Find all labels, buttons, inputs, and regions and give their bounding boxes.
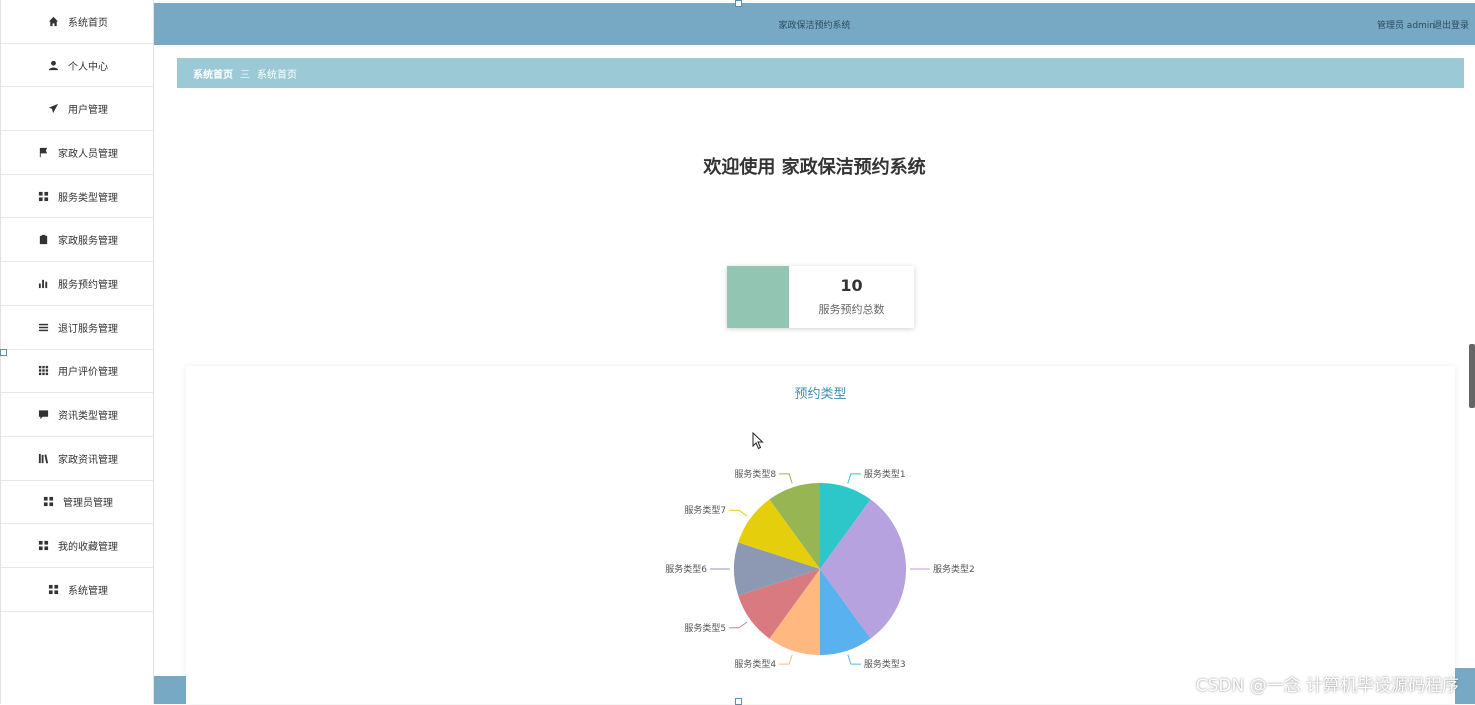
sidebar-item[interactable]: 家政服务管理	[1, 218, 153, 263]
sidebar-item-label: 个人中心	[68, 61, 108, 73]
scrollbar-thumb[interactable]	[1469, 344, 1475, 408]
pie-label: 服务类型5	[684, 622, 726, 634]
sidebar-item-label: 用户管理	[68, 105, 108, 117]
sidebar-item[interactable]: 用户管理	[1, 87, 153, 132]
breadcrumb-root[interactable]: 系统首页	[193, 66, 233, 81]
selection-handle	[735, 0, 742, 7]
library-icon	[36, 453, 50, 464]
sidebar-item[interactable]: 个人中心	[1, 44, 153, 88]
mouse-cursor-icon	[752, 432, 764, 450]
send-icon	[46, 103, 60, 114]
stat-value: 10	[840, 276, 863, 295]
bar-chart-icon	[36, 278, 50, 289]
sidebar-item-label: 服务预约管理	[58, 279, 118, 291]
pie-label: 服务类型4	[734, 658, 776, 670]
grid-icon	[46, 584, 60, 595]
grid-icon	[36, 191, 50, 202]
sidebar-item[interactable]: 系统管理	[1, 568, 153, 612]
pie-label-line	[729, 621, 748, 629]
stat-swatch	[727, 266, 789, 328]
pie-label: 服务类型8	[734, 468, 776, 480]
app-title: 家政保洁预约系统	[778, 21, 851, 31]
sidebar: 系统首页个人中心用户管理家政人员管理 服务类型管理 家政服务管理 服务预约管理 退订服务…	[0, 0, 154, 704]
breadcrumb: 系统首页 三 系统首页	[177, 58, 1464, 88]
sidebar-item-label: 管理员管理	[63, 498, 113, 510]
sidebar-item[interactable]: 家政人员管理	[1, 131, 153, 175]
sidebar-item[interactable]: 用户评价管理	[1, 350, 153, 394]
pie-label: 服务类型1	[864, 468, 906, 480]
pie-label-line	[779, 473, 793, 484]
sidebar-item[interactable]: 管理员管理	[1, 481, 153, 525]
chart-card: 预约类型 服务类型1 服务类型2 服务类型3 服务类型4 服务类型5 服务类型6 服务类型7…	[186, 366, 1455, 704]
sidebar-item-label: 退订服务管理	[58, 323, 118, 335]
pie-label: 服务类型6	[665, 563, 707, 575]
stat-label: 服务预约总数	[818, 303, 885, 316]
stat-card: 10 服务预约总数	[727, 266, 914, 328]
clipboard-icon	[36, 234, 50, 245]
pie-chart[interactable]: 服务类型1 服务类型2 服务类型3 服务类型4 服务类型5 服务类型6 服务类型7 服务类型8	[186, 366, 1455, 704]
sidebar-item[interactable]: 家政资讯管理	[1, 437, 153, 481]
sidebar-item[interactable]: 服务预约管理	[1, 262, 153, 306]
sidebar-item-label: 家政服务管理	[58, 236, 118, 248]
sidebar-item-label: 家政资讯管理	[58, 454, 118, 466]
pie-label: 服务类型2	[933, 563, 975, 575]
apps-icon	[36, 365, 50, 376]
top-header: 家政保洁预约系统 管理员 admin 退出登录	[154, 3, 1475, 45]
breadcrumb-current: 系统首页	[257, 69, 297, 81]
selection-handle	[0, 349, 7, 356]
current-user: 管理员 admin	[1376, 21, 1435, 31]
watermark: CSDN @一念 计算机毕设源码程序	[1195, 676, 1459, 696]
logout-link[interactable]: 退出登录	[1433, 18, 1469, 31]
pie-label: 服务类型7	[684, 504, 726, 516]
sidebar-item[interactable]: 系统首页	[1, 0, 153, 44]
welcome-heading: 欢迎使用 家政保洁预约系统	[703, 157, 926, 178]
pie-label-line	[729, 509, 748, 517]
sidebar-item[interactable]: 服务类型管理	[1, 175, 153, 219]
pie-label-line	[779, 654, 793, 665]
breadcrumb-separator: 三	[240, 69, 250, 81]
comment-icon	[36, 409, 50, 420]
list-icon	[36, 322, 50, 333]
flag-icon	[36, 147, 50, 158]
sidebar-item[interactable]: 我的收藏管理	[1, 524, 153, 568]
grid-icon	[36, 540, 50, 551]
sidebar-item-label: 服务类型管理	[58, 192, 118, 204]
sidebar-item-label: 我的收藏管理	[58, 542, 118, 554]
sidebar-item-label: 家政人员管理	[58, 148, 118, 160]
sidebar-item-label: 系统首页	[68, 17, 108, 29]
sidebar-item[interactable]: 资讯类型管理	[1, 393, 153, 437]
sidebar-item[interactable]: 退订服务管理	[1, 306, 153, 350]
home-icon	[46, 16, 60, 27]
pie-label-line	[847, 473, 861, 484]
pie-label: 服务类型3	[864, 658, 906, 670]
user-icon	[46, 60, 60, 71]
footer-wave-left	[154, 676, 186, 704]
sidebar-item-label: 系统管理	[68, 585, 108, 597]
sidebar-item-label: 用户评价管理	[58, 367, 118, 379]
pie-label-line	[847, 654, 861, 665]
sidebar-item-label: 资讯类型管理	[58, 411, 118, 423]
grid-icon	[41, 496, 55, 507]
